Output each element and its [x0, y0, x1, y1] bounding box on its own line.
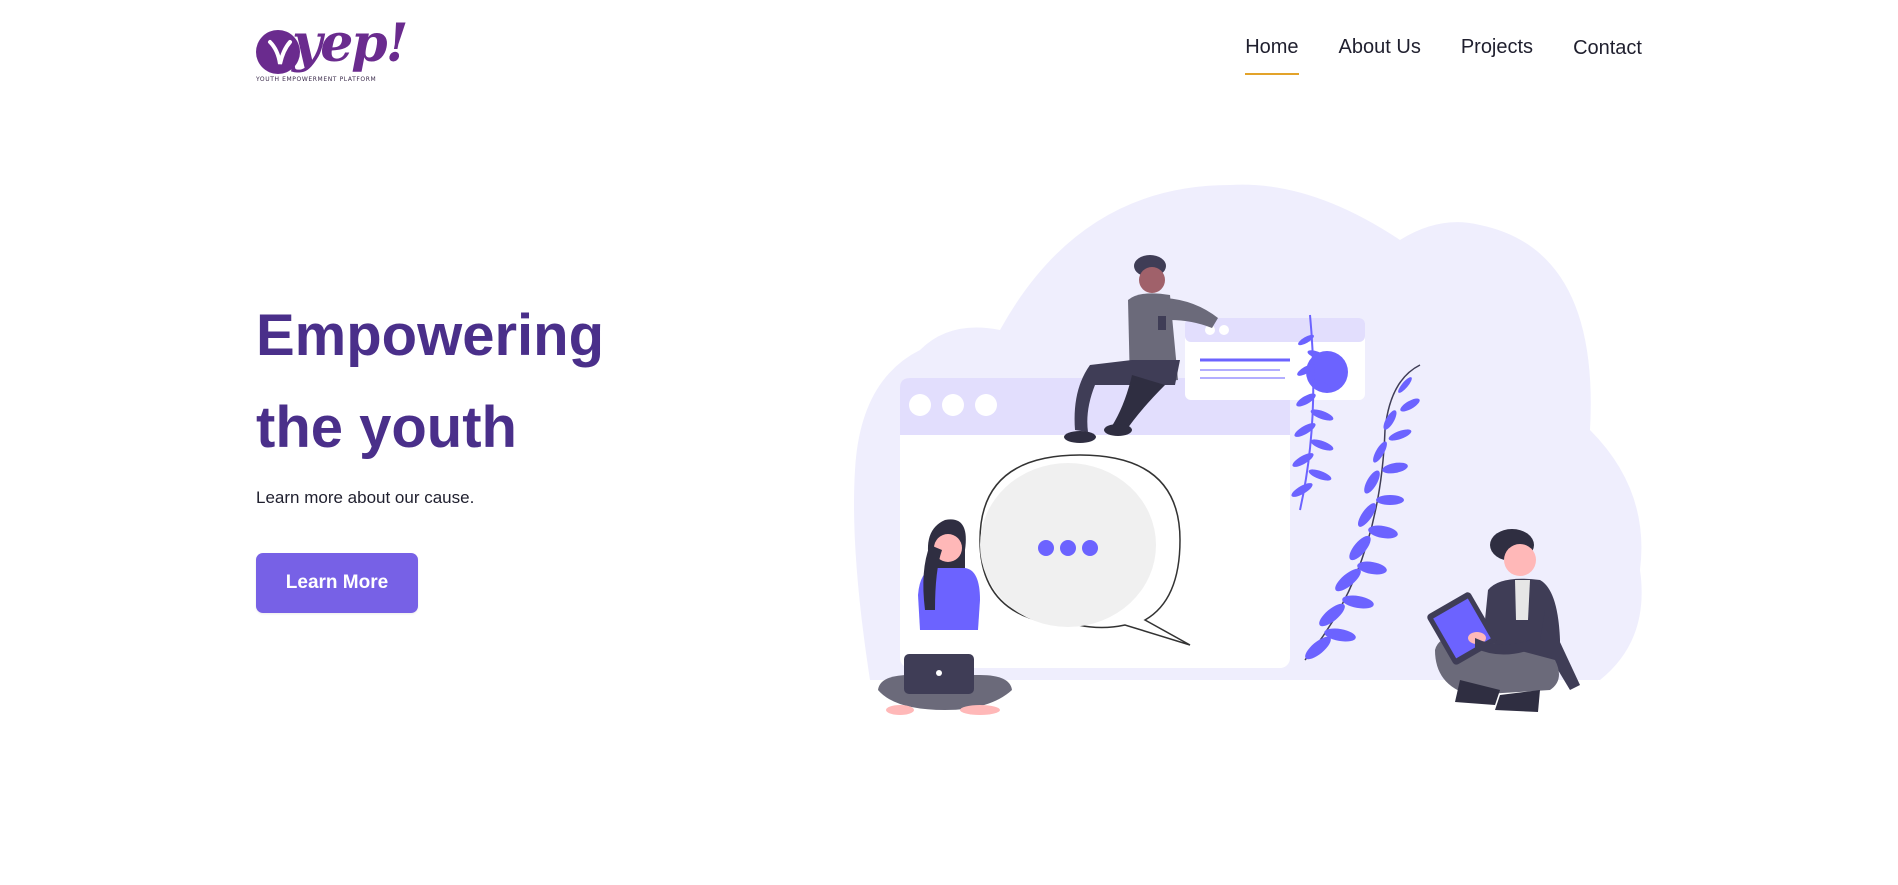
nav-item-contact[interactable]: Contact — [1573, 37, 1642, 76]
hero-subtitle: Learn more about our cause. — [256, 488, 475, 507]
logo-link[interactable]: yep! YOUTH EMPOWERMENT PLATFORM — [256, 14, 408, 88]
hero-title-line-2: the youth — [256, 395, 517, 460]
page: yep! YOUTH EMPOWERMENT PLATFORM Home Abo… — [0, 0, 1898, 885]
hero-illustration — [854, 184, 1642, 715]
hero-title-line-1: Empowering — [256, 303, 605, 368]
logo-tagline: YOUTH EMPOWERMENT PLATFORM — [256, 76, 377, 83]
mini-card-graphic — [1185, 318, 1365, 400]
nav-item-projects[interactable]: Projects — [1461, 36, 1533, 75]
site-header: yep! YOUTH EMPOWERMENT PLATFORM Home Abo… — [0, 0, 1898, 100]
main-nav: Home About Us Projects Contact — [1245, 36, 1642, 75]
nav-item-home[interactable]: Home — [1245, 36, 1299, 75]
learn-more-button[interactable]: Learn More — [256, 553, 418, 613]
hero-title: Empowering the youth — [256, 290, 604, 474]
nav-item-about-us[interactable]: About Us — [1339, 36, 1421, 75]
logo-word: yep! — [292, 13, 408, 74]
